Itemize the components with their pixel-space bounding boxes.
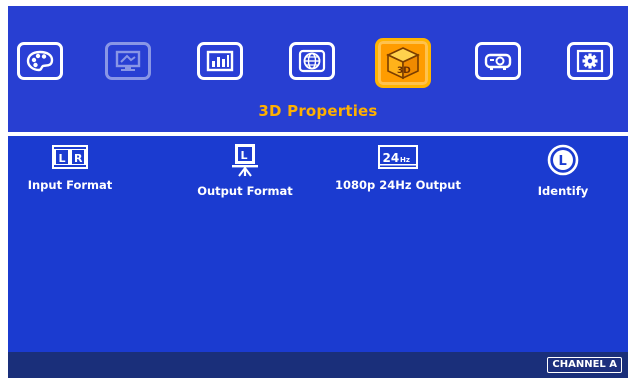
easel-l-icon: L: [232, 144, 258, 177]
tab-3d-properties[interactable]: 3D: [375, 38, 431, 88]
24hz-icon: 24 Hz: [378, 145, 418, 169]
menu-tab-bar: 3D: [8, 38, 628, 90]
tab-display[interactable]: [105, 42, 151, 80]
lr-format-icon: L R: [52, 145, 88, 169]
channel-badge: CHANNEL A: [547, 357, 622, 373]
cube-3d-text: 3D: [397, 66, 411, 76]
palette-icon: [26, 50, 54, 72]
option-label-output-format: Output Format: [197, 184, 293, 198]
menu-header: 3D 3D Properties: [8, 6, 628, 132]
adjustment-bars-icon: [206, 50, 234, 72]
options-panel: L R Input Format L Output Format 24 Hz 1…: [8, 136, 628, 352]
tab-output[interactable]: [475, 42, 521, 80]
status-bar: CHANNEL A: [8, 352, 628, 378]
tab-settings[interactable]: [567, 42, 613, 80]
osd-window: 3D 3D Properties L R Input Format L Outp…: [0, 0, 633, 380]
option-label-input-format: Input Format: [27, 178, 113, 192]
tab-color[interactable]: [17, 42, 63, 80]
option-1080p-24hz-output[interactable]: 24 Hz 1080p 24Hz Output: [326, 142, 470, 192]
svg-text:R: R: [74, 152, 83, 165]
tab-network[interactable]: [289, 42, 335, 80]
menu-section-title: 3D Properties: [258, 102, 378, 120]
option-identify[interactable]: L Identify: [518, 142, 608, 198]
display-icon: [115, 50, 141, 71]
svg-text:24: 24: [383, 151, 400, 165]
gear-icon: [576, 49, 604, 73]
option-output-format[interactable]: L Output Format: [180, 142, 310, 198]
svg-text:L: L: [559, 154, 567, 169]
option-label-identify: Identify: [537, 184, 589, 198]
tab-adjustment[interactable]: [197, 42, 243, 80]
svg-text:L: L: [59, 152, 66, 165]
3d-cube-icon: 3D: [386, 47, 420, 80]
svg-text:L: L: [241, 149, 248, 162]
option-input-format[interactable]: L R Input Format: [20, 142, 120, 192]
option-label-1080p-24hz-output: 1080p 24Hz Output: [335, 178, 461, 192]
svg-text:Hz: Hz: [400, 156, 410, 164]
projector-icon: [484, 53, 512, 70]
globe-icon: [298, 49, 326, 73]
identify-l-icon: L: [547, 144, 579, 176]
